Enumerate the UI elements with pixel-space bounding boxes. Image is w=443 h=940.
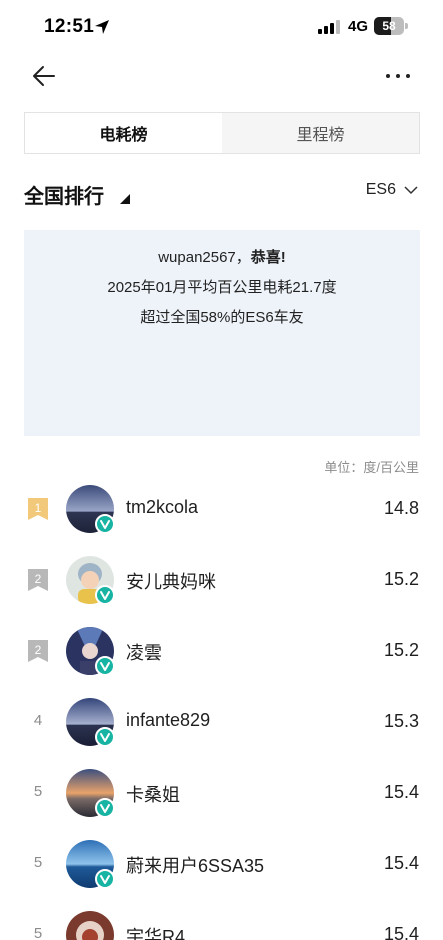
ranking-tabs: 电耗榜 里程榜 [24,112,420,154]
verified-v-icon [95,869,115,889]
ranking-row[interactable]: 4 infante829 15.3 [0,685,443,756]
location-arrow-icon [95,20,109,34]
summary-greeting: wupan2567，恭喜! [24,246,420,267]
status-bar: 12:51 4G 58 [0,0,443,52]
more-dots-icon[interactable] [382,62,414,90]
model-selector[interactable]: ES6 [366,181,418,199]
ranking-scope-selector[interactable]: 全国排行 [24,180,104,209]
ranking-header: 全国排行 ES6 [24,176,420,210]
tab-mileage[interactable]: 里程榜 [222,113,419,153]
summary-card: wupan2567，恭喜! 2025年01月平均百公里电耗21.7度 超过全国5… [24,230,420,436]
rank-number: 4 [33,712,43,729]
network-type: 4G [348,18,369,35]
verified-v-icon [95,585,115,605]
rank-number: 5 [33,783,43,800]
rank-number: 5 [33,925,43,940]
ranking-row[interactable]: 5 宇华R4 15.4 [0,898,443,940]
summary-average: 2025年01月平均百公里电耗21.7度 [107,279,337,296]
ranking-row[interactable]: 5 蔚来用户6SSA35 15.4 [0,827,443,898]
nav-bar [0,52,443,100]
silver-rank-badge-icon: 2 [28,640,48,662]
verified-v-icon [95,798,115,818]
ranking-row[interactable]: 2 安儿典妈咪 15.2 [0,543,443,614]
consumption-value: 15.3 [383,711,419,731]
user-name: 凌雲 [126,643,162,663]
gold-rank-badge-icon: 1 [28,498,48,520]
consumption-value: 15.4 [383,782,419,802]
verified-v-icon [95,514,115,534]
user-name: infante829 [126,710,211,730]
consumption-value: 15.2 [383,640,419,660]
summary-username: wupan2567， [158,249,251,266]
consumption-value: 14.8 [383,498,419,518]
caret-down-icon[interactable] [120,194,130,204]
rank-number: 5 [33,854,43,871]
summary-percentile: 超过全国58%的ES6车友 [140,309,304,326]
chevron-down-icon [404,186,418,195]
verified-v-icon [95,727,115,747]
user-name: 宇华R4 [126,927,186,940]
rank-badge-number: 2 [35,572,42,586]
silver-rank-badge-icon: 2 [28,569,48,591]
consumption-value: 15.2 [383,569,419,589]
ranking-row[interactable]: 1 tm2kcola 14.8 [0,472,443,543]
tab-consumption[interactable]: 电耗榜 [25,113,222,153]
arrow-left-icon[interactable] [30,62,58,90]
ranking-row[interactable]: 5 卡桑姐 15.4 [0,756,443,827]
consumption-value: 15.4 [383,924,419,940]
user-name: 安儿典妈咪 [126,572,216,592]
model-label: ES6 [365,181,396,198]
user-name: 卡桑姐 [126,785,180,805]
status-time: 12:51 [44,16,95,37]
rank-badge-number: 2 [35,643,42,657]
user-name: tm2kcola [126,497,199,517]
cellular-signal-icon [318,20,340,34]
battery-icon: 58 [374,17,408,35]
user-name: 蔚来用户6SSA35 [126,856,265,876]
verified-v-icon [95,656,115,676]
summary-congrats: 恭喜! [250,249,286,266]
rank-badge-number: 1 [35,501,42,515]
avatar[interactable] [66,911,114,940]
ranking-row[interactable]: 2 凌雲 15.2 [0,614,443,685]
battery-percent: 58 [382,19,396,33]
consumption-value: 15.4 [383,853,419,873]
